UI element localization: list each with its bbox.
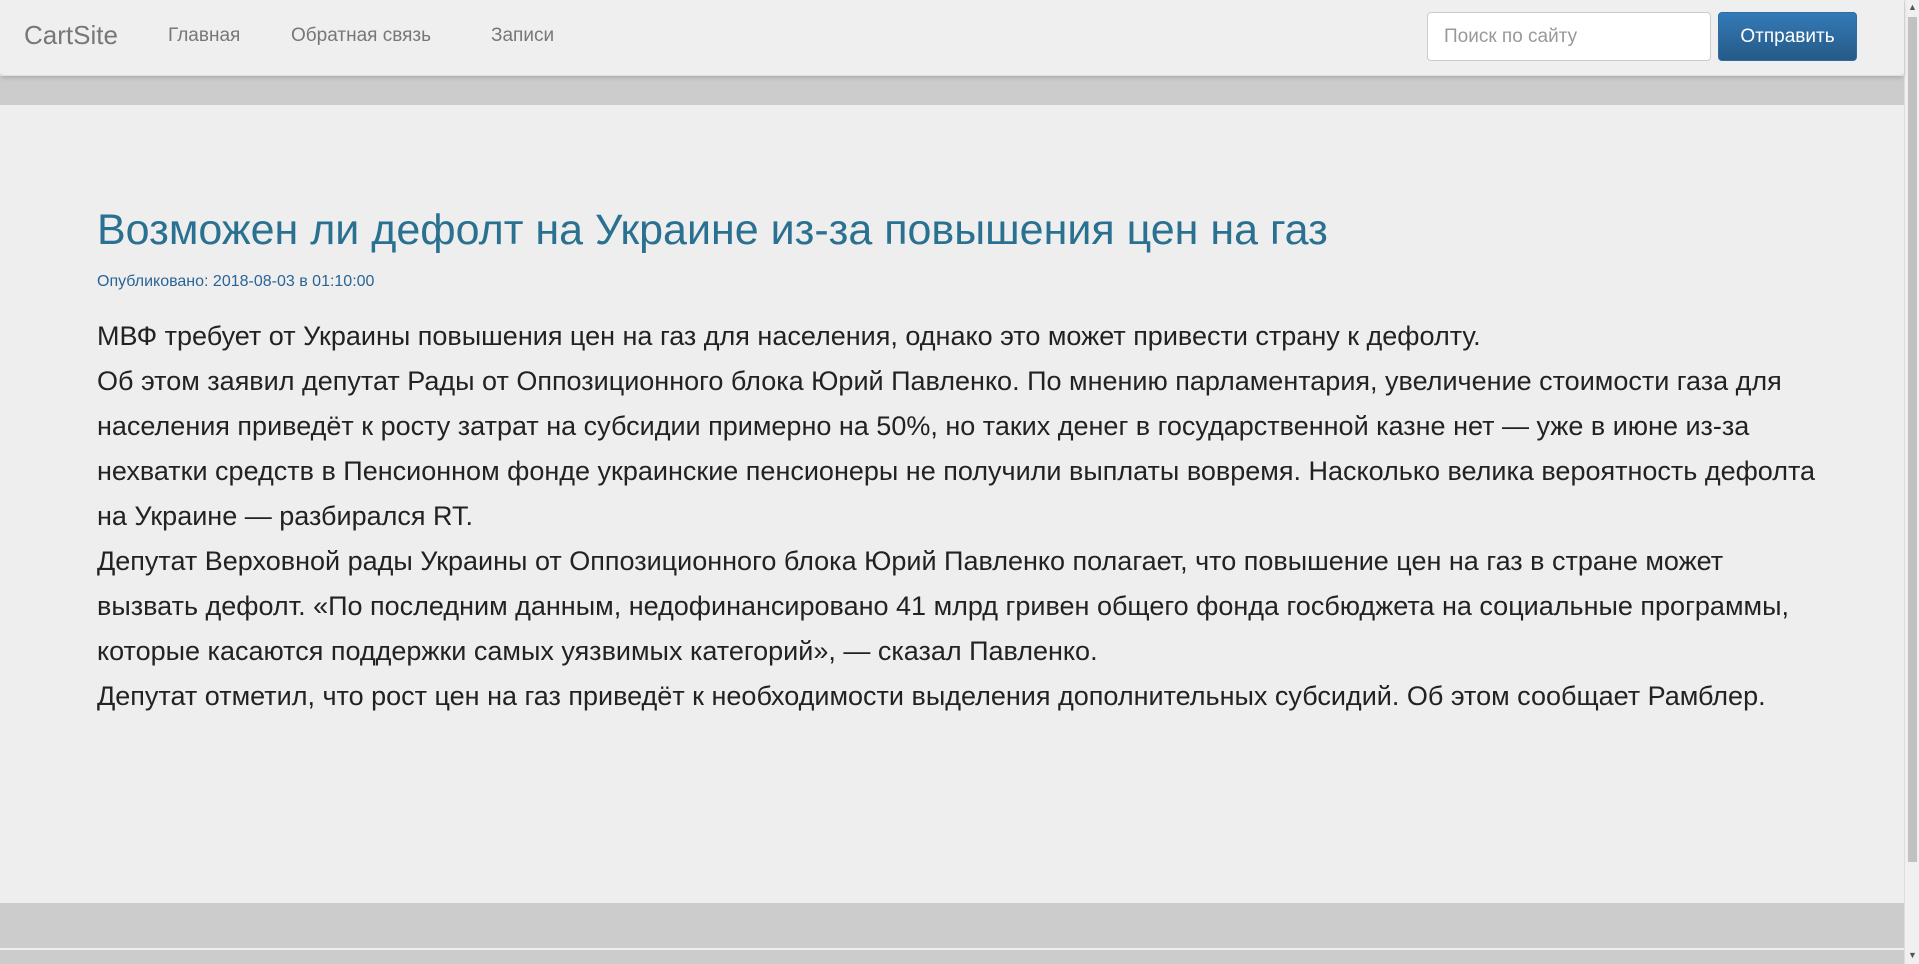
footer (0, 903, 1904, 964)
page: CartSite Главная Обратная связь Записи О… (0, 0, 1904, 964)
article-body: МВФ требует от Украины повышения цен на … (97, 314, 1817, 719)
scrollbar-thumb[interactable] (1908, 17, 1917, 862)
paragraph: МВФ требует от Украины повышения цен на … (97, 321, 1481, 351)
nav-home[interactable]: Главная (168, 25, 240, 47)
footer-divider (0, 948, 1904, 950)
navbar: CartSite Главная Обратная связь Записи О… (0, 0, 1904, 76)
paragraph: Депутат Верховной рады Украины от Оппози… (97, 546, 1789, 666)
published-date: Опубликовано: 2018-08-03 в 01:10:00 (97, 273, 375, 290)
nav-posts[interactable]: Записи (491, 25, 554, 47)
search-input[interactable] (1427, 12, 1711, 61)
submit-button[interactable]: Отправить (1718, 12, 1857, 61)
paragraph: Об этом заявил депутат Рады от Оппозицио… (97, 366, 1816, 531)
nav-feedback[interactable]: Обратная связь (291, 25, 431, 47)
article-title[interactable]: Возможен ли дефолт на Украине из-за повы… (97, 206, 1328, 255)
scrollbar[interactable]: ▲ ▼ (1904, 0, 1919, 964)
scroll-up-icon[interactable]: ▲ (1908, 2, 1917, 12)
brand-logo[interactable]: CartSite (24, 20, 118, 51)
paragraph: Депутат отметил, что рост цен на газ при… (97, 681, 1766, 711)
scroll-down-icon[interactable]: ▼ (1908, 950, 1917, 960)
header-band (0, 76, 1904, 105)
